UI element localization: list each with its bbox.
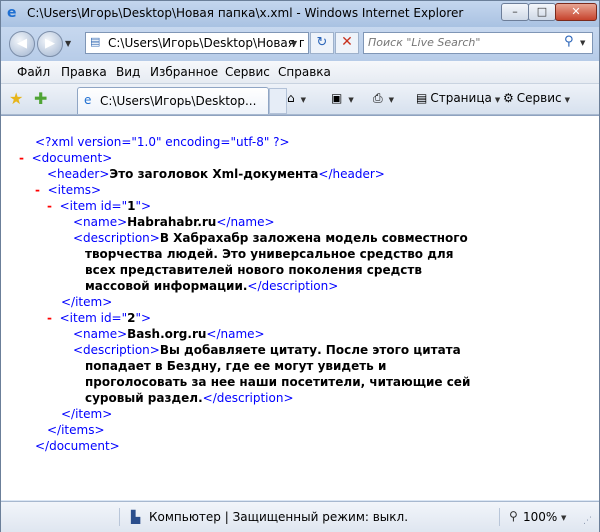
item2-description-line: попадает в Бездну, где ее могут увидеть …: [85, 359, 387, 373]
window-title: C:\Users\Игорь\Desktop\Новая папка\x.xml…: [27, 6, 464, 20]
address-dropdown-icon[interactable]: ▼: [291, 39, 297, 48]
printer-icon: ⎙: [373, 91, 383, 105]
node-item1-close: </item>: [61, 295, 113, 309]
search-icon[interactable]: ⚲: [564, 34, 574, 49]
tools-menu-label: Сервис: [516, 91, 562, 105]
recent-pages-dropdown-icon[interactable]: ▼: [65, 39, 71, 48]
collapse-toggle[interactable]: -: [35, 183, 40, 197]
node-items-open[interactable]: - <items>: [35, 182, 101, 198]
xml-declaration: <?xml version="1.0" encoding="utf-8" ?>: [35, 135, 290, 149]
menu-view[interactable]: Вид: [116, 65, 140, 79]
node-item2-description: <description>Вы добавляете цитату. После…: [73, 343, 461, 357]
address-text[interactable]: C:\Users\Игорь\Desktop\Новая па: [108, 36, 304, 50]
node-item1-name: <name>Habrahabr.ru</name>: [73, 215, 275, 229]
navigation-bar: ◀ ▶ ▼ ▤ C:\Users\Игорь\Desktop\Новая па …: [1, 27, 599, 61]
collapse-toggle[interactable]: -: [47, 311, 52, 325]
ie-window: e C:\Users\Игорь\Desktop\Новая папка\x.x…: [0, 0, 600, 532]
node-item1-open[interactable]: - <item id="1">: [47, 198, 151, 214]
computer-zone-icon: ▙: [131, 510, 141, 524]
address-bar[interactable]: ▤ C:\Users\Игорь\Desktop\Новая па: [85, 32, 309, 54]
zoom-icon[interactable]: ⚲: [509, 509, 518, 523]
node-header: <header>Это заголовок Xml-документа</hea…: [47, 167, 385, 181]
search-options-dropdown-icon[interactable]: ▼: [580, 39, 585, 47]
refresh-button[interactable]: ↻: [310, 32, 334, 54]
page-icon: ▤: [416, 91, 428, 105]
zoom-level[interactable]: 100%: [523, 510, 557, 524]
page-menu-button[interactable]: ▤ Страница ▼: [416, 91, 500, 105]
node-item1-description: <description>В Хабрахабр заложена модель…: [73, 231, 468, 245]
stop-button[interactable]: ✕: [335, 32, 359, 54]
tab-current[interactable]: e C:\Users\Игорь\Desktop...: [77, 87, 269, 114]
xml-viewer: <?xml version="1.0" encoding="utf-8" ?> …: [1, 115, 599, 500]
status-bar: ▙ Компьютер | Защищенный режим: выкл. ⚲ …: [1, 501, 599, 532]
item2-description-line: суровый раздел.</description>: [85, 391, 294, 405]
resize-grip-icon[interactable]: ⋰: [583, 516, 595, 528]
rss-icon: ▣: [331, 91, 343, 105]
favorites-star-icon[interactable]: ★: [9, 89, 23, 108]
menu-file[interactable]: Файл: [17, 65, 50, 79]
home-button[interactable]: ⌂ ▼: [287, 91, 306, 105]
item2-description-line: проголосовать за нее наши посетители, чи…: [85, 375, 471, 389]
command-bar: ★ ✚ e C:\Users\Игорь\Desktop... ⌂ ▼ ▣ ▼ ⎙ ▼…: [1, 84, 599, 115]
node-document-close: </document>: [35, 439, 120, 453]
menu-bar: Файл Правка Вид Избранное Сервис Справка: [1, 61, 599, 84]
close-button[interactable]: ✕: [555, 3, 597, 21]
node-items-close: </items>: [47, 423, 105, 437]
menu-help[interactable]: Справка: [278, 65, 331, 79]
search-input[interactable]: [368, 35, 564, 49]
forward-button[interactable]: ▶: [37, 31, 63, 57]
menu-favorites[interactable]: Избранное: [150, 65, 218, 79]
collapse-toggle[interactable]: -: [19, 151, 24, 165]
collapse-toggle[interactable]: -: [47, 199, 52, 213]
status-divider: [119, 508, 120, 526]
security-zone-text[interactable]: Компьютер | Защищенный режим: выкл.: [149, 510, 408, 524]
node-item2-name: <name>Bash.org.ru</name>: [73, 327, 265, 341]
page-menu-label: Страница: [430, 91, 492, 105]
ie-logo-icon: e: [7, 5, 17, 21]
add-favorites-icon[interactable]: ✚: [34, 89, 47, 108]
back-button[interactable]: ◀: [9, 31, 35, 57]
node-item2-open[interactable]: - <item id="2">: [47, 310, 151, 326]
item1-description-line: всех представителей нового поколения сре…: [85, 263, 422, 277]
page-icon: ▤: [90, 35, 101, 48]
search-box[interactable]: ⚲ ▼: [363, 32, 593, 54]
menu-tools[interactable]: Сервис: [225, 65, 270, 79]
menu-edit[interactable]: Правка: [61, 65, 107, 79]
minimize-button[interactable]: –: [501, 3, 529, 21]
node-item2-close: </item>: [61, 407, 113, 421]
print-button[interactable]: ⎙ ▼: [373, 91, 394, 106]
item1-description-line: массовой информации.</description>: [85, 279, 339, 293]
gear-icon: ⚙: [503, 91, 514, 105]
node-document-open[interactable]: - <document>: [19, 150, 112, 166]
title-bar: e C:\Users\Игорь\Desktop\Новая папка\x.x…: [1, 1, 599, 27]
tab-page-icon: e: [84, 93, 92, 107]
status-divider: [499, 508, 500, 526]
feeds-button[interactable]: ▣ ▼: [331, 91, 354, 105]
new-tab-button[interactable]: [269, 88, 287, 114]
tab-title: C:\Users\Игорь\Desktop...: [100, 94, 257, 108]
item1-description-line: творчества людей. Это универсальное сред…: [85, 247, 454, 261]
zoom-dropdown-icon[interactable]: ▼: [561, 514, 566, 522]
maximize-button[interactable]: □: [528, 3, 556, 21]
tools-menu-button[interactable]: ⚙ Сервис ▼: [503, 91, 570, 105]
home-icon: ⌂: [287, 91, 295, 105]
